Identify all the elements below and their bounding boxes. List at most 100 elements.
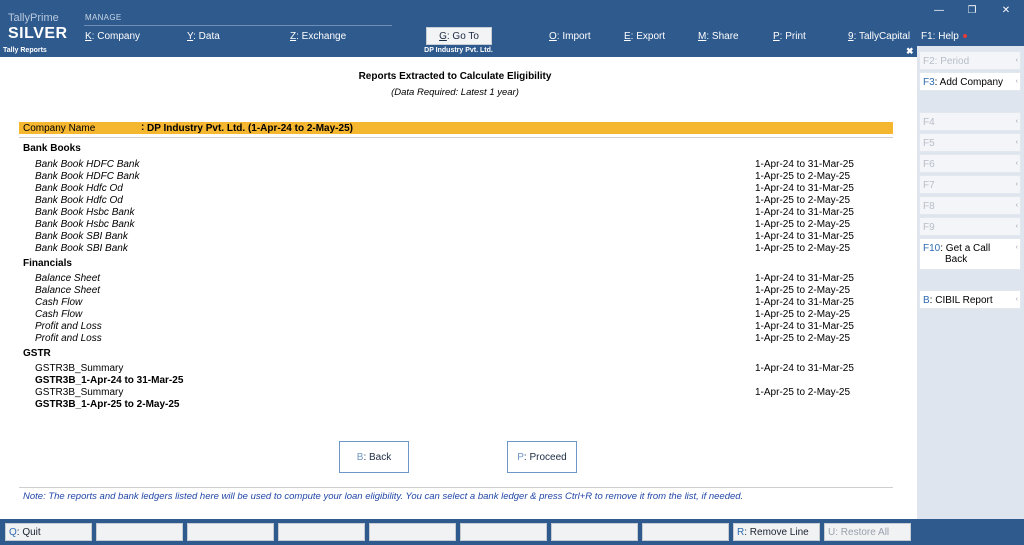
close-window-icon[interactable]: ✕ — [996, 5, 1016, 16]
list-item-period: 1-Apr-24 to 31-Mar-25 — [755, 273, 854, 284]
menu-exchange[interactable]: Z: Exchange — [290, 31, 346, 42]
list-item[interactable]: Bank Book SBI Bank — [35, 243, 128, 254]
list-item[interactable]: Bank Book Hsbc Bank — [35, 207, 135, 218]
list-item[interactable]: Cash Flow — [35, 309, 82, 320]
notification-dot-icon — [962, 34, 967, 39]
f8-button[interactable]: F8 ‹ — [919, 196, 1021, 215]
chevron-left-icon: ‹ — [1015, 181, 1018, 188]
minimize-icon[interactable]: — — [929, 5, 949, 16]
f6-button[interactable]: F6 ‹ — [919, 154, 1021, 173]
list-item[interactable]: GSTR3B_1-Apr-25 to 2-May-25 — [35, 399, 179, 410]
f5-button[interactable]: F5 ‹ — [919, 133, 1021, 152]
restore-all-button[interactable]: U: Restore All — [824, 523, 911, 541]
menu-import[interactable]: O: Import — [549, 31, 591, 42]
list-item[interactable]: Bank Book HDFC Bank — [35, 171, 140, 182]
section-bank-books: Bank Books — [23, 143, 81, 154]
section-financials: Financials — [23, 258, 72, 269]
menu-print[interactable]: P: Print — [773, 31, 806, 42]
list-item-period: 1-Apr-25 to 2-May-25 — [755, 219, 851, 230]
report-subtitle: (Data Required: Latest 1 year) — [391, 87, 519, 98]
chevron-left-icon: ‹ — [1015, 78, 1018, 85]
remove-line-button[interactable]: R: Remove Line — [733, 523, 820, 541]
manage-label: MANAGE — [85, 13, 122, 22]
chevron-left-icon: ‹ — [1015, 202, 1018, 209]
list-item[interactable]: Bank Book Hsbc Bank — [35, 219, 135, 230]
list-item[interactable]: Bank Book Hdfc Od — [35, 183, 123, 194]
section-gstr: GSTR — [23, 348, 51, 359]
bottom-slot-empty — [278, 523, 365, 541]
list-item[interactable]: GSTR3B_Summary — [35, 387, 123, 398]
proceed-button[interactable]: P: Proceed — [507, 441, 577, 473]
report-title-strip: Tally Reports DP Industry Pvt. Ltd. ✖ — [0, 46, 917, 57]
menu-goto[interactable]: G: Go To — [426, 27, 492, 45]
back-button[interactable]: B: Back — [339, 441, 409, 473]
brand-name: TallyPrime — [8, 12, 59, 24]
button-panel: F2: Period ‹ F3: Add Company ‹ F4 ‹ F5 ‹ F6 ‹… — [917, 46, 1024, 519]
menu-export[interactable]: E: Export — [624, 31, 665, 42]
bottom-slot-empty — [460, 523, 547, 541]
cibil-report-button[interactable]: B: CIBIL Report ‹ — [919, 290, 1021, 309]
divider — [19, 137, 893, 138]
add-company-button[interactable]: F3: Add Company ‹ — [919, 72, 1021, 91]
list-item[interactable]: GSTR3B_1-Apr-24 to 31-Mar-25 — [35, 375, 183, 386]
menu-data[interactable]: Y: Data — [187, 31, 220, 42]
report-title: Reports Extracted to Calculate Eligibili… — [358, 71, 552, 82]
period-button[interactable]: F2: Period ‹ — [919, 51, 1021, 70]
list-item-period: 1-Apr-25 to 2-May-25 — [755, 285, 851, 296]
list-item-period: 1-Apr-24 to 31-Mar-25 — [755, 183, 854, 194]
bottom-slot-empty — [642, 523, 729, 541]
manage-divider — [84, 25, 392, 26]
bottom-slot-empty — [187, 523, 274, 541]
chevron-left-icon: ‹ — [1015, 118, 1018, 125]
f4-button[interactable]: F4 ‹ — [919, 112, 1021, 131]
list-item[interactable]: Bank Book HDFC Bank — [35, 159, 140, 170]
chevron-left-icon: ‹ — [1015, 244, 1018, 251]
menu-tallycapital[interactable]: 9: TallyCapital — [848, 31, 910, 42]
info-note: Note: The reports and bank ledgers liste… — [23, 491, 744, 502]
list-item[interactable]: Bank Book Hdfc Od — [35, 195, 123, 206]
chevron-left-icon: ‹ — [1015, 57, 1018, 64]
list-item-period: 1-Apr-24 to 31-Mar-25 — [755, 297, 854, 308]
menu-company[interactable]: K: Company — [85, 31, 140, 42]
list-item-period: 1-Apr-25 to 2-May-25 — [755, 309, 851, 320]
list-item-period: 1-Apr-25 to 2-May-25 — [755, 195, 851, 206]
top-toolbar: TallyPrime SILVER MANAGE K: Company Y: D… — [0, 0, 1024, 46]
company-name-row: Company Name : DP Industry Pvt. Ltd. (1-… — [19, 122, 893, 134]
list-item-period: 1-Apr-24 to 31-Mar-25 — [755, 231, 854, 242]
quit-button[interactable]: Q: Quit — [5, 523, 92, 541]
close-report-icon[interactable]: ✖ — [906, 46, 914, 57]
chevron-left-icon: ‹ — [1015, 223, 1018, 230]
list-item[interactable]: Bank Book SBI Bank — [35, 231, 128, 242]
list-item[interactable]: GSTR3B_Summary — [35, 363, 123, 374]
list-item[interactable]: Balance Sheet — [35, 273, 100, 284]
list-item-period: 1-Apr-25 to 2-May-25 — [755, 171, 851, 182]
list-item-period: 1-Apr-25 to 2-May-25 — [755, 387, 851, 398]
bottom-slot-empty — [96, 523, 183, 541]
f9-button[interactable]: F9 ‹ — [919, 217, 1021, 236]
list-item-period: 1-Apr-25 to 2-May-25 — [755, 243, 851, 254]
help-button[interactable]: F1: Help — [921, 31, 967, 42]
list-item-period: 1-Apr-24 to 31-Mar-25 — [755, 159, 854, 170]
list-item[interactable]: Balance Sheet — [35, 285, 100, 296]
report-body: Reports Extracted to Calculate Eligibili… — [0, 57, 917, 519]
list-item-period: 1-Apr-24 to 31-Mar-25 — [755, 363, 854, 374]
list-item[interactable]: Cash Flow — [35, 297, 82, 308]
f7-button[interactable]: F7 ‹ — [919, 175, 1021, 194]
bottom-slot-empty — [369, 523, 456, 541]
list-item[interactable]: Profit and Loss — [35, 333, 102, 344]
chevron-left-icon: ‹ — [1015, 296, 1018, 303]
list-item-period: 1-Apr-24 to 31-Mar-25 — [755, 321, 854, 332]
chevron-left-icon: ‹ — [1015, 160, 1018, 167]
company-name-separator: : — [141, 122, 145, 133]
brand-edition: SILVER — [8, 25, 68, 42]
get-a-call-back-button[interactable]: F10: Get a Call Back ‹ — [919, 238, 1021, 270]
list-item-period: 1-Apr-24 to 31-Mar-25 — [755, 207, 854, 218]
company-name-value: DP Industry Pvt. Ltd. (1-Apr-24 to 2-May… — [147, 123, 353, 134]
restore-icon[interactable]: ❐ — [962, 5, 982, 16]
bottom-toolbar: Q: Quit R: Remove Line U: Restore All — [0, 519, 1024, 545]
chevron-left-icon: ‹ — [1015, 139, 1018, 146]
company-title: DP Industry Pvt. Ltd. — [424, 47, 493, 54]
list-item[interactable]: Profit and Loss — [35, 321, 102, 332]
divider — [19, 487, 893, 488]
menu-share[interactable]: M: Share — [698, 31, 739, 42]
